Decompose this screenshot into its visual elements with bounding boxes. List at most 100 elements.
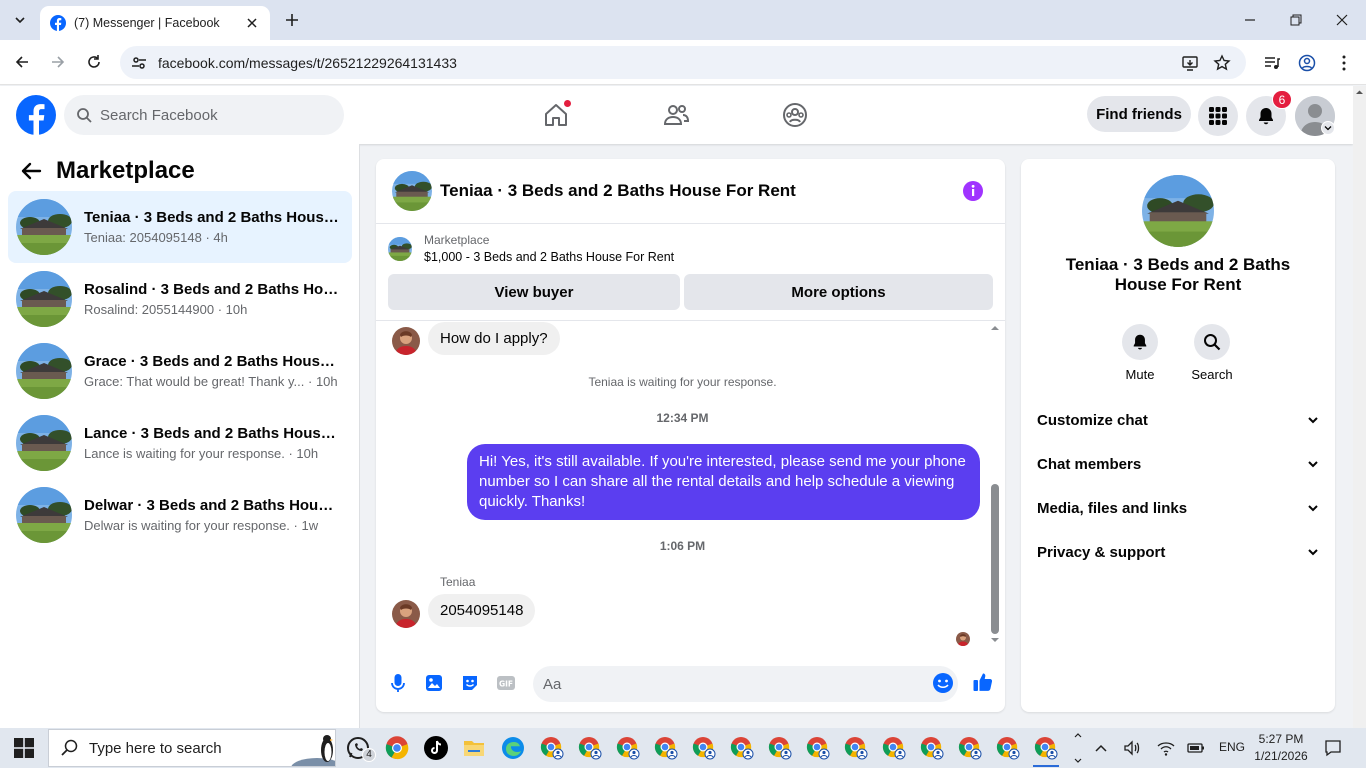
volume-icon[interactable] <box>1122 738 1142 758</box>
sidebar-title: Marketplace <box>56 157 195 184</box>
privacy-support-section[interactable]: Privacy & support <box>1037 534 1319 570</box>
conversation-name: Teniaa · 3 Beds and 2 Baths House ... <box>84 209 340 226</box>
media-control-icon[interactable] <box>1263 54 1281 72</box>
view-buyer-button[interactable]: View buyer <box>388 274 680 310</box>
sticker-icon[interactable] <box>460 673 480 693</box>
mute-action[interactable]: Mute <box>1110 324 1170 382</box>
chat-listing-thumbnail[interactable] <box>392 171 432 211</box>
chrome-profile-icon[interactable] <box>768 736 792 760</box>
network-icon[interactable] <box>1156 738 1176 758</box>
taskbar-search[interactable]: Type here to search <box>48 729 336 767</box>
mute-label: Mute <box>1125 367 1155 382</box>
chrome-profile-icon[interactable] <box>882 736 906 760</box>
chrome-profile-icon[interactable] <box>616 736 640 760</box>
listing-large-thumbnail[interactable] <box>1142 175 1214 247</box>
chrome-profile-icon[interactable] <box>806 736 830 760</box>
photo-icon[interactable] <box>424 673 444 693</box>
conversation-item[interactable]: Delwar · 3 Beds and 2 Baths House... Del… <box>8 479 352 551</box>
message-list: How do I apply? Teniaa is waiting for yo… <box>376 321 989 658</box>
minimize-window-icon[interactable] <box>1238 8 1262 32</box>
file-explorer-icon[interactable] <box>462 736 486 760</box>
clock-time[interactable]: 5:27 PM <box>1253 732 1309 746</box>
browser-menu-icon[interactable] <box>1335 54 1353 72</box>
conversation-item[interactable]: Lance · 3 Beds and 2 Baths House ... Lan… <box>8 407 352 479</box>
more-options-button[interactable]: More options <box>684 274 993 310</box>
page-scrollbar[interactable] <box>1353 86 1366 728</box>
battery-icon[interactable] <box>1186 738 1206 758</box>
marketplace-listing-row[interactable]: Marketplace $1,000 - 3 Beds and 2 Baths … <box>388 233 674 264</box>
chat-members-section[interactable]: Chat members <box>1037 446 1319 482</box>
conversation-item[interactable]: Grace · 3 Beds and 2 Baths House ... Gra… <box>8 335 352 407</box>
browser-tab[interactable]: (7) Messenger | Facebook <box>40 6 270 40</box>
facebook-search[interactable] <box>64 95 344 135</box>
site-info-icon[interactable] <box>130 54 148 72</box>
show-hidden-icons-chevron-icon[interactable] <box>1091 738 1111 758</box>
chrome-profile-icon[interactable] <box>996 736 1020 760</box>
taskbar-search-placeholder: Type here to search <box>89 739 222 757</box>
section-label: Chat members <box>1037 455 1142 473</box>
read-receipt-avatar <box>956 632 970 646</box>
restore-window-icon[interactable] <box>1284 8 1308 32</box>
chrome-icon[interactable] <box>385 736 409 760</box>
chrome-profile-icon[interactable] <box>654 736 678 760</box>
facebook-header: Find friends 6 <box>0 86 1353 144</box>
tab-title: (7) Messenger | Facebook <box>74 16 220 30</box>
forward-arrow-icon[interactable] <box>47 51 69 73</box>
emoji-icon[interactable] <box>932 672 954 694</box>
chrome-profile-icon[interactable] <box>540 736 564 760</box>
chrome-profile-icon[interactable] <box>844 736 868 760</box>
info-icon[interactable] <box>962 180 984 202</box>
marketplace-sidebar: Marketplace Teniaa · 3 Beds and 2 Baths … <box>0 144 360 728</box>
back-arrow-icon[interactable] <box>11 51 33 73</box>
conversation-item[interactable]: Teniaa · 3 Beds and 2 Baths House ... Te… <box>8 191 352 263</box>
menu-grid-button[interactable] <box>1198 96 1238 136</box>
profile-icon[interactable] <box>1298 54 1316 72</box>
close-window-icon[interactable] <box>1330 8 1354 32</box>
scrollbar-thumb[interactable] <box>991 484 999 634</box>
close-tab-icon[interactable] <box>244 15 260 31</box>
search-action[interactable]: Search <box>1182 324 1242 382</box>
new-tab-icon[interactable] <box>282 10 302 30</box>
chrome-profile-icon[interactable] <box>1034 736 1058 760</box>
conversation-name: Rosalind · 3 Beds and 2 Baths Hou... <box>84 281 340 298</box>
clock-date[interactable]: 1/21/2026 <box>1251 749 1311 763</box>
bookmark-star-icon[interactable] <box>1213 54 1231 72</box>
notification-center-icon[interactable] <box>1323 738 1343 758</box>
chrome-profile-icon[interactable] <box>958 736 982 760</box>
edge-icon[interactable] <box>501 736 525 760</box>
timestamp: 12:34 PM <box>656 411 709 425</box>
chrome-profile-icon[interactable] <box>578 736 602 760</box>
chat-title[interactable]: Teniaa · 3 Beds and 2 Baths House For Re… <box>440 181 796 201</box>
account-chevron-icon[interactable] <box>1321 121 1335 135</box>
groups-icon[interactable] <box>781 101 809 129</box>
gif-icon[interactable]: GIF <box>496 673 516 693</box>
chrome-profile-icon[interactable] <box>692 736 716 760</box>
taskbar-scroll-arrows[interactable] <box>1068 730 1088 766</box>
chrome-profile-icon[interactable] <box>730 736 754 760</box>
address-bar[interactable]: facebook.com/messages/t/2652122926413143… <box>120 46 1246 79</box>
chrome-profile-icon[interactable] <box>920 736 944 760</box>
back-arrow-icon[interactable] <box>20 160 42 182</box>
reload-icon[interactable] <box>83 51 105 73</box>
friends-icon[interactable] <box>662 101 690 129</box>
install-app-icon[interactable] <box>1181 54 1199 72</box>
tab-search-chevron-icon[interactable] <box>8 8 32 32</box>
windows-start-icon[interactable] <box>14 738 34 758</box>
section-label: Privacy & support <box>1037 543 1166 561</box>
facebook-logo-icon[interactable] <box>16 95 56 135</box>
conversation-item[interactable]: Rosalind · 3 Beds and 2 Baths Hou... Ros… <box>8 263 352 335</box>
sender-avatar <box>392 600 420 628</box>
customize-chat-section[interactable]: Customize chat <box>1037 402 1319 438</box>
chat-scrollbar[interactable] <box>989 321 1001 652</box>
microphone-icon[interactable] <box>388 673 408 693</box>
conversation-preview: Teniaa: 2054095148 · 4h <box>84 230 228 245</box>
media-files-links-section[interactable]: Media, files and links <box>1037 490 1319 526</box>
input-language[interactable]: ENG <box>1219 740 1245 754</box>
message-input[interactable] <box>543 675 923 693</box>
browser-toolbar: facebook.com/messages/t/2652122926413143… <box>0 40 1366 85</box>
find-friends-button[interactable]: Find friends <box>1087 96 1191 132</box>
facebook-search-input[interactable] <box>100 106 320 124</box>
message-input-box[interactable] <box>533 666 958 702</box>
thumbs-up-icon[interactable] <box>972 671 994 693</box>
tiktok-icon[interactable] <box>424 736 448 760</box>
